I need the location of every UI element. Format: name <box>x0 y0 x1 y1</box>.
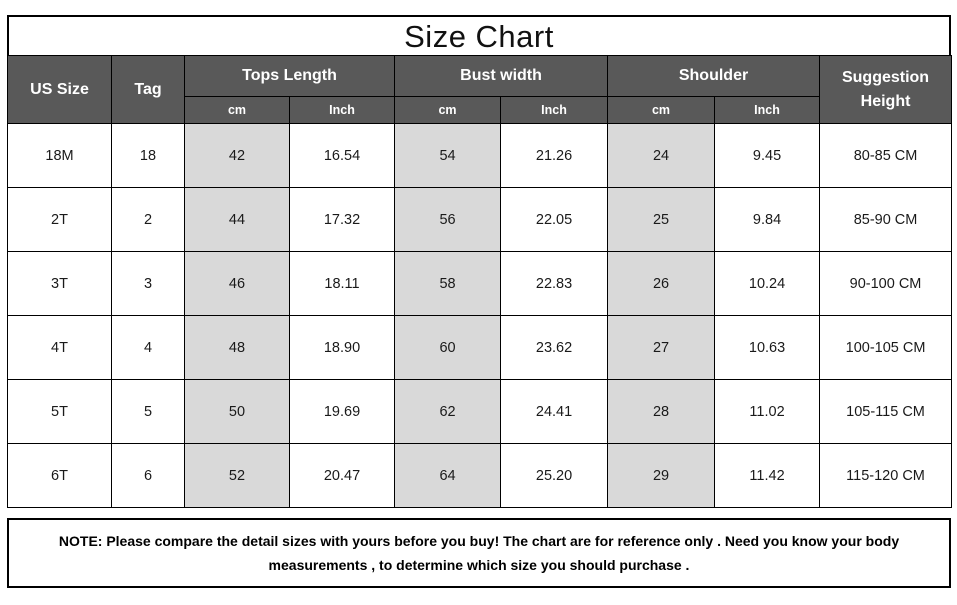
cell-tops-length-inch: 18.90 <box>288 315 396 380</box>
cell-shoulder-inch: 10.24 <box>714 251 821 316</box>
table-header: US Size Tag Tops Length Bust width Shoul… <box>7 55 953 124</box>
cell-us-size: 3T <box>7 251 112 316</box>
cell-tops-length-inch: 20.47 <box>288 443 396 508</box>
cell-suggestion-height: 80-85 CM <box>819 123 953 188</box>
cell-bust-width-cm: 64 <box>394 443 502 508</box>
title-band: Size Chart <box>7 15 951 55</box>
cell-shoulder-inch: 11.42 <box>714 443 821 508</box>
cell-bust-width-cm: 60 <box>394 315 502 380</box>
cell-shoulder-cm: 25 <box>607 187 716 252</box>
column-header-tops-length: Tops Length <box>183 55 396 97</box>
column-subheader-bust-width-cm: cm <box>394 96 502 124</box>
cell-shoulder-inch: 9.84 <box>714 187 821 252</box>
cell-tops-length-inch: 18.11 <box>288 251 396 316</box>
cell-tops-length-cm: 50 <box>184 379 290 444</box>
cell-bust-width-cm: 56 <box>394 187 502 252</box>
table-row: 5T 5 50 19.69 62 24.41 28 11.02 105-115 CM <box>7 379 953 444</box>
column-subheader-tops-length-cm: cm <box>184 96 290 124</box>
table-row: 18M 18 42 16.54 54 21.26 24 9.45 80-85 CM <box>7 123 953 188</box>
column-header-suggestion-height: Suggestion Height <box>819 55 953 124</box>
cell-tops-length-cm: 44 <box>184 187 290 252</box>
cell-bust-width-cm: 54 <box>394 123 502 188</box>
cell-bust-width-inch: 23.62 <box>500 315 609 380</box>
cell-us-size: 4T <box>7 315 112 380</box>
column-header-bust-width: Bust width <box>394 55 609 97</box>
size-chart-table-wrapper: US Size Tag Tops Length Bust width Shoul… <box>7 55 953 508</box>
cell-tag: 18 <box>111 123 185 188</box>
cell-tag: 3 <box>111 251 185 316</box>
note-text: NOTE: Please compare the detail sizes wi… <box>27 529 931 578</box>
cell-bust-width-inch: 22.83 <box>500 251 609 316</box>
note-line-2: measurements , to determine which size y… <box>268 557 690 573</box>
cell-us-size: 6T <box>7 443 112 508</box>
cell-bust-width-cm: 58 <box>394 251 502 316</box>
cell-shoulder-inch: 11.02 <box>714 379 821 444</box>
table-header-row-groups: US Size Tag Tops Length Bust width Shoul… <box>7 55 953 124</box>
column-header-shoulder: Shoulder <box>607 55 821 97</box>
cell-bust-width-inch: 24.41 <box>500 379 609 444</box>
cell-suggestion-height: 100-105 CM <box>819 315 953 380</box>
column-header-tag: Tag <box>111 55 185 124</box>
cell-bust-width-cm: 62 <box>394 379 502 444</box>
column-subheader-bust-width-inch: Inch <box>500 96 609 124</box>
column-subheader-tops-length-inch: Inch <box>288 96 396 124</box>
cell-tops-length-inch: 16.54 <box>288 123 396 188</box>
table-row: 4T 4 48 18.90 60 23.62 27 10.63 100-105 CM <box>7 315 953 380</box>
cell-tag: 2 <box>111 187 185 252</box>
cell-us-size: 5T <box>7 379 112 444</box>
cell-tops-length-cm: 42 <box>184 123 290 188</box>
cell-us-size: 2T <box>7 187 112 252</box>
cell-shoulder-cm: 29 <box>607 443 716 508</box>
cell-tops-length-inch: 19.69 <box>288 379 396 444</box>
note-line-1: NOTE: Please compare the detail sizes wi… <box>58 532 900 549</box>
cell-tops-length-inch: 17.32 <box>288 187 396 252</box>
cell-tag: 6 <box>111 443 185 508</box>
cell-shoulder-inch: 9.45 <box>714 123 821 188</box>
cell-tag: 4 <box>111 315 185 380</box>
cell-shoulder-cm: 26 <box>607 251 716 316</box>
column-subheader-shoulder-inch: Inch <box>714 96 821 124</box>
cell-tops-length-cm: 46 <box>184 251 290 316</box>
cell-bust-width-inch: 22.05 <box>500 187 609 252</box>
cell-tops-length-cm: 48 <box>184 315 290 380</box>
table-row: 6T 6 52 20.47 64 25.20 29 11.42 115-120 CM <box>7 443 953 508</box>
size-chart-page: Size Chart US Size Tag Tops Length Bust … <box>0 0 957 605</box>
cell-shoulder-inch: 10.63 <box>714 315 821 380</box>
cell-tag: 5 <box>111 379 185 444</box>
cell-bust-width-inch: 25.20 <box>500 443 609 508</box>
cell-shoulder-cm: 28 <box>607 379 716 444</box>
note-box: NOTE: Please compare the detail sizes wi… <box>7 518 951 588</box>
cell-shoulder-cm: 24 <box>607 123 716 188</box>
cell-suggestion-height: 105-115 CM <box>819 379 953 444</box>
cell-shoulder-cm: 27 <box>607 315 716 380</box>
cell-tops-length-cm: 52 <box>184 443 290 508</box>
cell-bust-width-inch: 21.26 <box>500 123 609 188</box>
cell-suggestion-height: 90-100 CM <box>819 251 953 316</box>
table-row: 3T 3 46 18.11 58 22.83 26 10.24 90-100 CM <box>7 251 953 316</box>
table-body: 18M 18 42 16.54 54 21.26 24 9.45 80-85 CM 2T 2 44 17… <box>7 123 953 508</box>
table-row: 2T 2 44 17.32 56 22.05 25 9.84 85-90 CM <box>7 187 953 252</box>
column-header-us-size: US Size <box>7 55 112 124</box>
cell-suggestion-height: 85-90 CM <box>819 187 953 252</box>
column-subheader-shoulder-cm: cm <box>607 96 716 124</box>
cell-us-size: 18M <box>7 123 112 188</box>
page-title: Size Chart <box>404 18 554 54</box>
size-chart-table: US Size Tag Tops Length Bust width Shoul… <box>7 55 953 508</box>
cell-suggestion-height: 115-120 CM <box>819 443 953 508</box>
